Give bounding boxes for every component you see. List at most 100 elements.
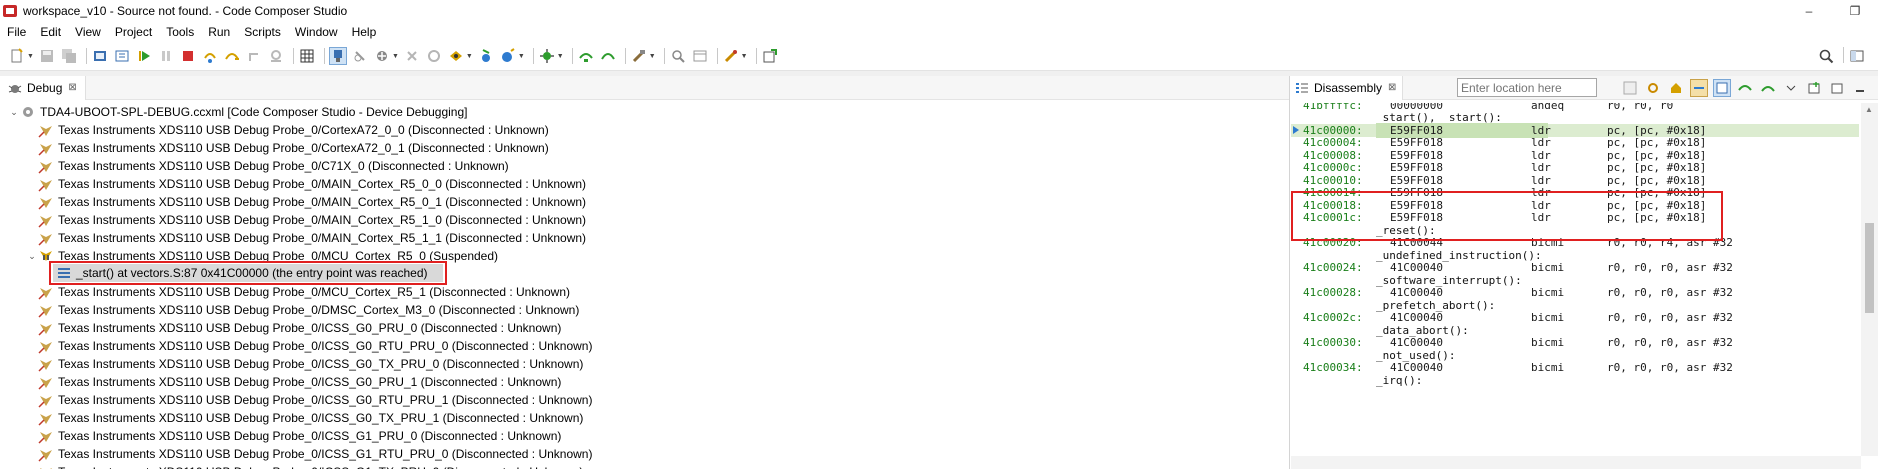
debug-core-row[interactable]: Texas Instruments XDS110 USB Debug Probe… (38, 409, 583, 427)
debug-core-row[interactable]: Texas Instruments XDS110 USB Debug Probe… (38, 319, 561, 337)
step-return-icon[interactable] (245, 47, 263, 65)
disassembly-label-row[interactable]: _not_used(): (1291, 349, 1859, 362)
menu-view[interactable]: View (68, 25, 108, 39)
disassembly-row[interactable]: 41c00024: 41C00040 bicmi r0, r0, r0, asr #3… (1291, 261, 1859, 274)
menu-run[interactable]: Run (201, 25, 237, 39)
memory-map-icon[interactable] (298, 47, 316, 65)
debug-core-row[interactable]: Texas Instruments XDS110 USB Debug Probe… (38, 355, 583, 373)
debug-core-row[interactable]: Texas Instruments XDS110 USB Debug Probe… (38, 427, 561, 445)
perspective-icon[interactable] (1848, 47, 1866, 65)
assembly-step-over-icon[interactable] (599, 47, 617, 65)
disconnect-icon[interactable] (351, 47, 369, 65)
console-icon[interactable] (91, 47, 109, 65)
pin-icon[interactable] (1828, 79, 1846, 97)
menu-file[interactable]: File (0, 25, 33, 39)
menu-project[interactable]: Project (108, 25, 159, 39)
debug-core-row[interactable]: Texas Instruments XDS110 USB Debug Probe… (38, 283, 570, 301)
reset-icon[interactable] (403, 47, 421, 65)
disassembly-label-row[interactable]: _prefetch_abort(): (1291, 299, 1859, 312)
chevron-down-icon[interactable]: ▼ (518, 53, 525, 60)
resume-icon[interactable] (135, 47, 153, 65)
debug-core-row[interactable]: Texas Instruments XDS110 USB Debug Probe… (38, 193, 586, 211)
maximize-view-icon[interactable] (1874, 79, 1878, 97)
disassembly-label-row[interactable]: _software_interrupt(): (1291, 274, 1859, 287)
menu-window[interactable]: Window (288, 25, 345, 39)
toggle-view-icon[interactable] (691, 47, 709, 65)
chevron-down-icon[interactable]: ⌄ (26, 251, 38, 262)
disassembly-label-row[interactable]: _data_abort(): (1291, 324, 1859, 337)
skip-breakpoints-icon[interactable] (113, 47, 131, 65)
menu-help[interactable]: Help (345, 25, 384, 39)
step-over-icon[interactable] (223, 47, 241, 65)
debug-core-row[interactable]: Texas Instruments XDS110 USB Debug Probe… (38, 139, 549, 157)
tree-root-row[interactable]: ⌄ TDA4-UBOOT-SPL-DEBUG.ccxml [Code Compo… (8, 103, 467, 121)
search-references-icon[interactable] (669, 47, 687, 65)
save-all-icon[interactable] (60, 47, 78, 65)
run-to-icon[interactable] (477, 47, 495, 65)
launch-debug-icon[interactable] (499, 47, 517, 65)
disassembly-row[interactable]: 41c00000: E59FF018 ldr pc, [pc, #0x18] (1291, 122, 1859, 138)
disassembly-listing[interactable]: 41bffffc: 00000000 andeq r0, r0, r0 _start()… (1291, 103, 1859, 456)
debug-core-row[interactable]: Texas Instruments XDS110 USB Debug Probe… (38, 175, 586, 193)
terminate-icon[interactable] (179, 47, 197, 65)
chevron-down-icon[interactable]: ⌄ (8, 107, 20, 118)
restart-icon[interactable] (267, 47, 285, 65)
search-icon[interactable] (1817, 47, 1835, 65)
disassembly-row[interactable]: 41c00034: 41C00040 bicmi r0, r0, r0, asr #3… (1291, 361, 1859, 374)
disassembly-row[interactable]: 41c00028: 41C00040 bicmi r0, r0, r0, asr #3… (1291, 286, 1859, 299)
disassembly-label-row[interactable]: _undefined_instruction(): (1291, 249, 1859, 262)
step-into-icon[interactable] (1736, 79, 1754, 97)
minimize-view-icon[interactable] (1851, 79, 1869, 97)
disassembly-row[interactable]: 41c00010: E59FF018 ldr pc, [pc, #0x18] (1291, 174, 1859, 187)
new-icon[interactable] (8, 47, 26, 65)
chevron-down-icon[interactable]: ▼ (741, 53, 748, 60)
debug-core-row[interactable]: Texas Instruments XDS110 USB Debug Probe… (38, 445, 592, 463)
disassembly-row[interactable]: 41c00004: E59FF018 ldr pc, [pc, #0x18] (1291, 136, 1859, 149)
debug-core-row[interactable]: Texas Instruments XDS110 USB Debug Probe… (38, 121, 549, 139)
debug-core-row[interactable]: Texas Instruments XDS110 USB Debug Probe… (38, 301, 579, 319)
debug-core-row[interactable]: Texas Instruments XDS110 USB Debug Probe… (38, 211, 586, 229)
debug-core-row[interactable]: Texas Instruments XDS110 USB Debug Probe… (38, 157, 509, 175)
load-program-icon[interactable] (373, 47, 391, 65)
minimize-button[interactable]: – (1786, 0, 1832, 22)
stack-frame-row[interactable]: _start() at vectors.S:87 0x41C00000 (the… (53, 264, 443, 282)
menu-tools[interactable]: Tools (159, 25, 201, 39)
tab-disassembly[interactable]: Disassembly ⊠ (1291, 75, 1404, 100)
disassembly-row[interactable]: 41c00030: 41C00040 bicmi r0, r0, r0, asr #3… (1291, 336, 1859, 349)
chevron-down-icon[interactable]: ▼ (392, 53, 399, 60)
chevron-down-icon[interactable]: ▼ (27, 53, 34, 60)
debug-core-row[interactable]: Texas Instruments XDS110 USB Debug Probe… (38, 391, 592, 409)
disassembly-row[interactable]: 41c00008: E59FF018 ldr pc, [pc, #0x18] (1291, 149, 1859, 162)
location-input[interactable] (1457, 78, 1597, 97)
debug-settings-icon[interactable] (538, 47, 556, 65)
debug-core-row[interactable]: Texas Instruments XDS110 USB Debug Probe… (38, 337, 592, 355)
horizontal-scrollbar[interactable] (1291, 456, 1861, 469)
vertical-scrollbar[interactable]: ▲ (1861, 103, 1878, 456)
show-source-icon[interactable] (1713, 79, 1731, 97)
external-tools-icon[interactable] (722, 47, 740, 65)
chevron-down-icon[interactable]: ▼ (649, 53, 656, 60)
cpu-reset-icon[interactable] (425, 47, 443, 65)
load-symbols-icon[interactable] (447, 47, 465, 65)
chevron-down-icon[interactable]: ▼ (557, 53, 564, 60)
build-icon[interactable] (630, 47, 648, 65)
refresh-icon[interactable] (1644, 79, 1662, 97)
disassembly-row[interactable]: 41c0000c: E59FF018 ldr pc, [pc, #0x18] (1291, 161, 1859, 174)
suspend-icon[interactable] (157, 47, 175, 65)
link-editor-icon[interactable] (1690, 79, 1708, 97)
debug-core-row[interactable]: Texas Instruments XDS110 USB Debug Probe… (38, 373, 561, 391)
disassembly-row[interactable]: 41bffffc: 00000000 andeq r0, r0, r0 (1291, 103, 1859, 112)
tab-debug[interactable]: Debug ⊠ (0, 75, 86, 100)
home-icon[interactable] (1667, 79, 1685, 97)
connect-target-icon[interactable] (328, 47, 347, 65)
save-icon[interactable] (38, 47, 56, 65)
step-over-icon[interactable] (1759, 79, 1777, 97)
view-menu-icon[interactable] (1782, 79, 1800, 97)
step-into-icon[interactable] (201, 47, 219, 65)
menu-scripts[interactable]: Scripts (237, 25, 288, 39)
open-perspective-icon[interactable] (761, 47, 779, 65)
debug-core-row[interactable]: Texas Instruments XDS110 USB Debug Probe… (38, 463, 583, 469)
disassembly-label-row[interactable]: _irq(): (1291, 374, 1859, 387)
menu-edit[interactable]: Edit (33, 25, 68, 39)
new-view-icon[interactable] (1805, 79, 1823, 97)
